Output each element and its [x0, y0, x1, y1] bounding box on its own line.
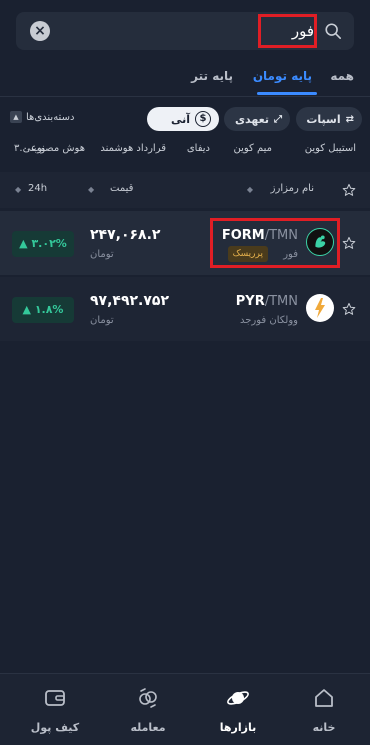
- column-price-header[interactable]: قیمت: [110, 183, 133, 194]
- subcategory-smart-contract[interactable]: قرارداد هوشمند: [100, 143, 166, 154]
- nav-home-label: خانه: [312, 721, 336, 734]
- nav-wallet[interactable]: کیف پول: [15, 686, 95, 735]
- base-symbol: PYR: [235, 294, 265, 309]
- filter-chips: ⇄ اسپات ⤢ تعهدی $ آنی دسته‌بندی‌ها ▲: [0, 107, 370, 131]
- nav-home[interactable]: خانه: [284, 686, 364, 735]
- nav-markets-label: بازارها: [219, 721, 257, 734]
- dollar-coin-icon: $: [195, 111, 211, 127]
- price-unit: تومان: [90, 315, 114, 326]
- table-header: نام رمزارز ◆ قیمت ◆ 24h ◆: [0, 172, 370, 208]
- pair-symbol: PYR/TMN: [236, 294, 298, 309]
- chip-spot[interactable]: ⇄ اسپات: [296, 107, 362, 131]
- futures-icon: ⤢: [274, 113, 282, 125]
- column-name-header[interactable]: نام رمزارز: [271, 183, 314, 194]
- sort-icon[interactable]: ◆: [88, 185, 94, 194]
- nav-trade[interactable]: معامله: [108, 686, 188, 735]
- bottom-navigation: خانه بازارها معامله کیف پول: [0, 673, 370, 745]
- chip-spot-label: اسپات: [306, 112, 341, 126]
- wallet-icon: [45, 690, 65, 706]
- clear-search-button[interactable]: ×: [30, 21, 50, 41]
- categories-label: دسته‌بندی‌ها: [26, 111, 75, 123]
- active-tab-indicator: [257, 92, 317, 95]
- table-row[interactable]: ▲ ۱.۸% ۹۷,۴۹۲.۷۵۲ تومان PYR/TMN وولکان ف…: [0, 277, 370, 341]
- chip-futures[interactable]: ⤢ تعهدی: [224, 107, 290, 131]
- price-value: ۹۷,۴۹۲.۷۵۲: [90, 293, 169, 309]
- tab-toman[interactable]: پایه تومان: [253, 69, 312, 83]
- change-badge: ▲ ۳.۰۲%: [12, 231, 74, 257]
- price-value: ۲۴۷,۰۶۸.۲: [90, 227, 161, 243]
- sort-icon[interactable]: ◆: [15, 185, 21, 194]
- subcategory-list: استیبل کوین میم کوین دیفای قرارداد هوشمن…: [0, 143, 370, 161]
- exchange-icon: [139, 688, 157, 708]
- quote-symbol: /TMN: [264, 294, 298, 309]
- nav-wallet-label: کیف پول: [30, 721, 80, 734]
- subcategory-memecoin[interactable]: میم کوین: [233, 143, 272, 154]
- sort-icon[interactable]: ◆: [247, 185, 253, 194]
- home-icon: [315, 689, 333, 707]
- subcategory-defi[interactable]: دیفای: [187, 143, 210, 154]
- subcategory-web3[interactable]: وب ۳.۰: [14, 143, 45, 154]
- change-badge: ▲ ۱.۸%: [12, 297, 74, 323]
- planet-icon: [227, 691, 249, 705]
- star-icon[interactable]: [342, 236, 356, 250]
- tab-tether[interactable]: پایه تتر: [191, 69, 233, 83]
- subcategory-stablecoin[interactable]: استیبل کوین: [305, 143, 356, 154]
- search-icon[interactable]: [324, 22, 342, 40]
- coin-name: وولکان فورجد: [239, 315, 298, 326]
- price-unit: تومان: [90, 249, 114, 260]
- column-change-header[interactable]: 24h: [28, 183, 47, 194]
- categories-button[interactable]: دسته‌بندی‌ها ▲: [10, 111, 74, 123]
- spot-icon: ⇄: [345, 113, 354, 125]
- chip-instant-label: آنی: [170, 112, 190, 126]
- star-icon[interactable]: [342, 302, 356, 316]
- star-icon[interactable]: [342, 183, 356, 197]
- tab-all[interactable]: همه: [330, 69, 354, 83]
- nav-trade-label: معامله: [130, 721, 166, 734]
- expand-icon: ▲: [10, 111, 22, 123]
- chip-futures-label: تعهدی: [234, 112, 269, 126]
- market-tabs: همه پایه تومان پایه تتر: [0, 60, 370, 96]
- pyr-logo-icon: [306, 294, 334, 322]
- tabs-divider: [0, 96, 370, 97]
- search-highlight-box: [258, 14, 317, 48]
- nav-markets[interactable]: بازارها: [198, 686, 278, 735]
- row-highlight-box: [210, 218, 340, 268]
- chip-instant[interactable]: $ آنی: [147, 107, 219, 131]
